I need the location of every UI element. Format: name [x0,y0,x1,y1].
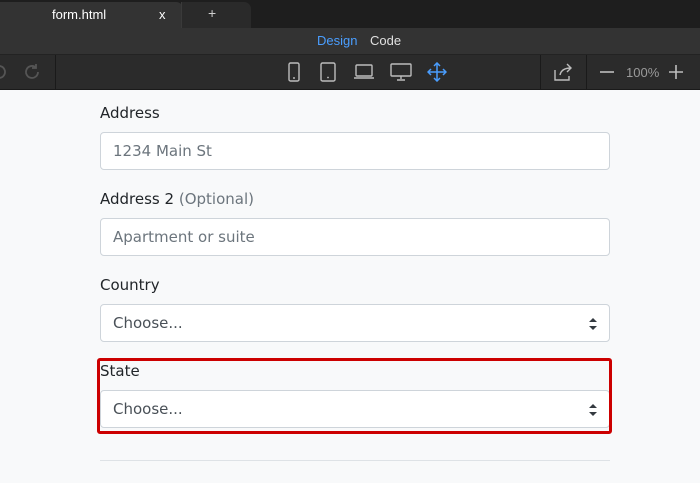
responsive-view-button[interactable] [426,61,448,83]
design-canvas: Address 1234 Main St Address 2 (Optional… [0,90,700,483]
minus-icon [600,71,614,73]
tab-bar: form.html x + [0,0,700,28]
toolbar-divider [540,55,541,90]
zoom-in-button[interactable] [665,61,687,83]
toolbar: 100% [0,55,700,90]
zoom-out-button[interactable] [596,61,618,83]
code-mode-tab[interactable]: Code [370,33,401,48]
address-input[interactable]: 1234 Main St [100,132,610,170]
new-tab-label: + [208,5,217,21]
phone-icon [288,62,300,82]
desktop-icon [390,63,412,81]
plus-icon [669,65,683,79]
tab-close-button[interactable]: x [159,7,166,22]
undo-icon [0,65,6,79]
laptop-view-button[interactable] [353,61,375,83]
optional-hint: (Optional) [178,190,254,208]
select-caret-icon [589,318,597,330]
share-icon [554,63,572,81]
laptop-icon [354,64,374,79]
country-select[interactable]: Choose... [100,304,610,342]
toolbar-divider [586,55,587,90]
selection-highlight [97,358,612,434]
country-select-value: Choose... [113,314,183,332]
new-tab-button[interactable]: + [181,2,251,28]
country-label: Country [100,276,160,294]
toolbar-divider [55,55,56,90]
design-mode-tab[interactable]: Design [317,33,357,48]
tablet-icon [320,62,336,82]
address2-input[interactable]: Apartment or suite [100,218,610,256]
address-label: Address [100,104,160,122]
redo-icon [25,64,39,79]
tab-title: form.html [52,7,107,22]
undo-button[interactable] [0,61,10,83]
mode-bar: Design Code [0,28,700,55]
address2-label-text: Address 2 [100,190,175,208]
form-divider [100,460,610,461]
address2-label: Address 2 (Optional) [100,190,254,208]
tablet-view-button[interactable] [317,61,339,83]
responsive-move-icon [427,62,447,82]
desktop-view-button[interactable] [390,61,412,83]
tab-form-html[interactable]: form.html x [0,2,183,28]
redo-button[interactable] [21,61,43,83]
share-button[interactable] [552,61,574,83]
phone-view-button[interactable] [283,61,305,83]
zoom-level: 100% [626,65,660,80]
